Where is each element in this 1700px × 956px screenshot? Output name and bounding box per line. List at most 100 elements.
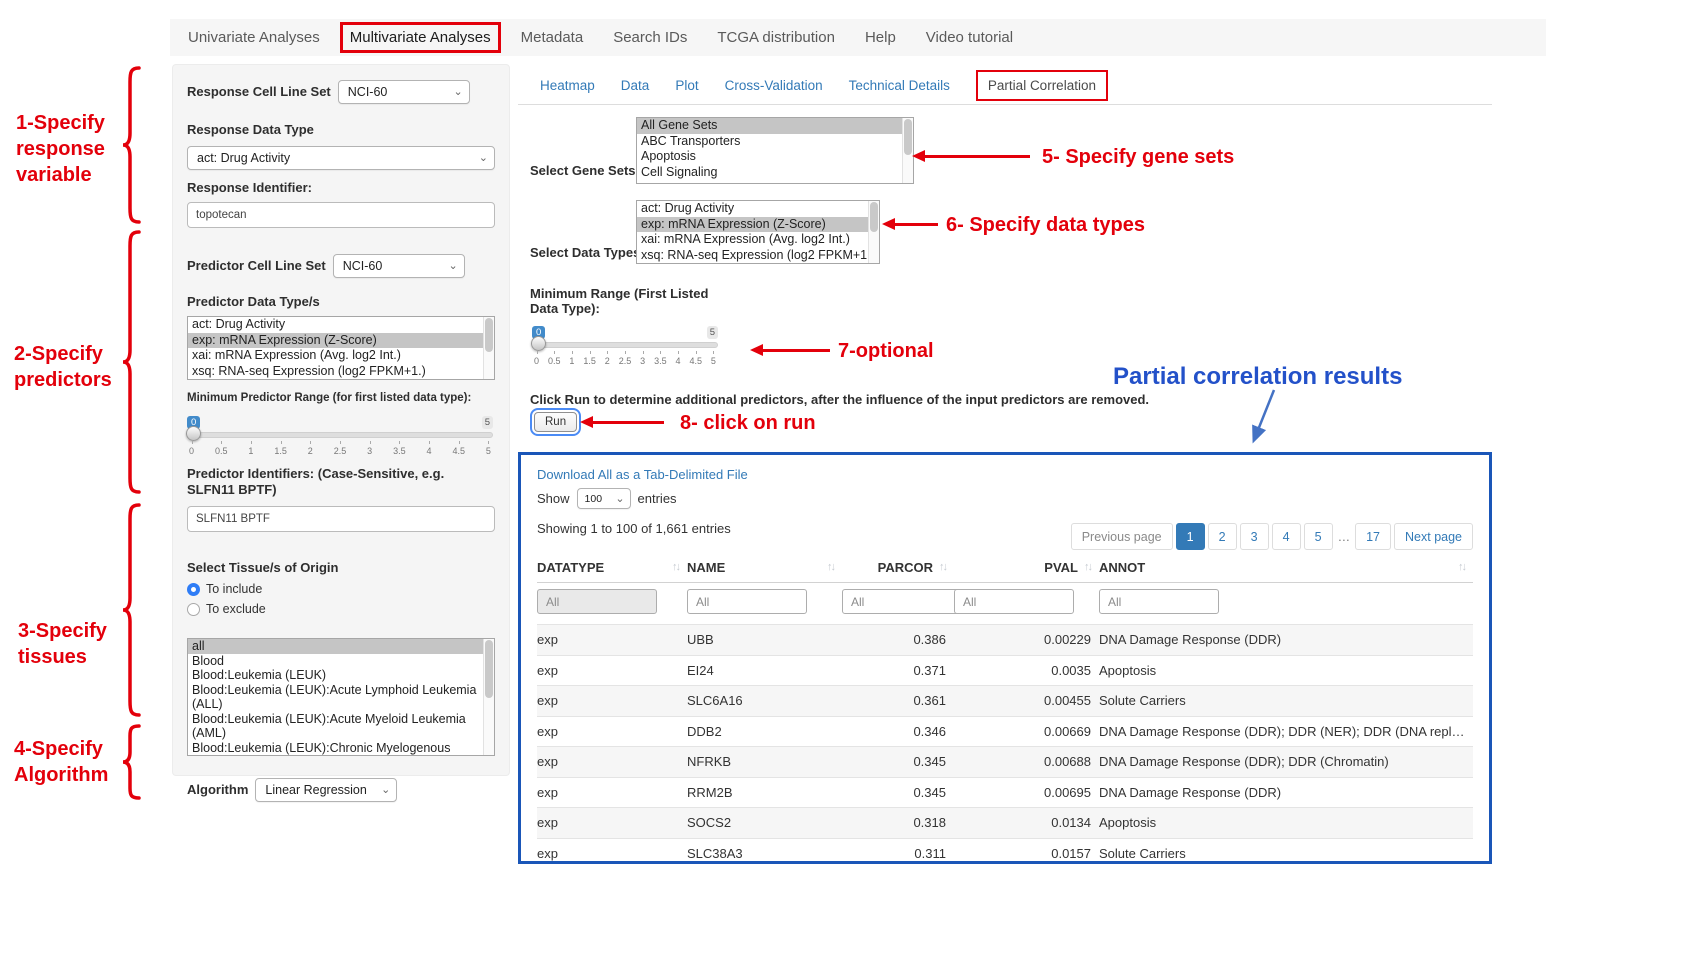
response-identifier-input[interactable] bbox=[187, 202, 495, 228]
cell-name: NFRKB bbox=[687, 754, 842, 769]
annotation-step6: 6- Specify data types bbox=[946, 212, 1145, 238]
table-row[interactable]: exp UBB 0.386 0.00229 DNA Damage Respons… bbox=[537, 624, 1473, 655]
page-number-button[interactable]: 5 bbox=[1304, 523, 1333, 550]
scrollbar-thumb[interactable] bbox=[904, 119, 912, 155]
cell-annot: Apoptosis bbox=[1099, 815, 1473, 830]
column-header[interactable]: NAME ↑↓ bbox=[687, 560, 842, 575]
listbox-option[interactable]: exp: mRNA Expression (Z-Score) bbox=[188, 333, 494, 349]
nav-item[interactable]: Metadata bbox=[511, 22, 594, 53]
listbox-option[interactable]: Blood bbox=[188, 654, 494, 669]
listbox-option[interactable]: Apoptosis bbox=[637, 149, 913, 165]
scrollbar-thumb[interactable] bbox=[485, 640, 493, 698]
page-number-button[interactable]: 3 bbox=[1240, 523, 1269, 550]
slider-handle[interactable] bbox=[531, 336, 546, 351]
radio-checked-icon[interactable] bbox=[187, 583, 200, 596]
sort-icon[interactable]: ↑↓ bbox=[1458, 561, 1465, 573]
page-number-button[interactable]: 1 bbox=[1176, 523, 1205, 550]
next-page-button[interactable]: Next page bbox=[1394, 523, 1473, 550]
listbox-option[interactable]: Blood:Leukemia (LEUK) bbox=[188, 668, 494, 683]
table-row[interactable]: exp NFRKB 0.345 0.00688 DNA Damage Respo… bbox=[537, 746, 1473, 777]
listbox-option[interactable]: act: Drug Activity bbox=[188, 317, 494, 333]
listbox-option[interactable]: All Gene Sets bbox=[637, 118, 913, 134]
listbox-option[interactable]: ABC Transporters bbox=[637, 134, 913, 150]
nav-item[interactable]: Multivariate Analyses bbox=[340, 22, 501, 53]
scrollbar[interactable] bbox=[483, 317, 494, 379]
page-number-button[interactable]: 2 bbox=[1208, 523, 1237, 550]
tab-item[interactable]: Cross-Validation bbox=[725, 78, 823, 93]
table-row[interactable]: exp SLC6A16 0.361 0.00455 Solute Carrier… bbox=[537, 685, 1473, 716]
listbox-option[interactable]: Blood:Leukemia (LEUK):Chronic Myelogenou… bbox=[188, 741, 494, 757]
run-button[interactable]: Run bbox=[534, 412, 577, 432]
tab-item[interactable]: Data bbox=[621, 78, 650, 93]
page-number-button[interactable]: … bbox=[1336, 523, 1353, 550]
min-predictor-range-slider[interactable]: 0 5 00.511.522.533.544.55 bbox=[187, 418, 493, 454]
listbox-option[interactable]: Cell Signaling bbox=[637, 165, 913, 181]
table-row[interactable]: exp RRM2B 0.345 0.00695 DNA Damage Respo… bbox=[537, 777, 1473, 808]
sort-icon[interactable]: ↑↓ bbox=[827, 561, 834, 573]
nav-item[interactable]: Video tutorial bbox=[916, 22, 1023, 53]
listbox-option[interactable]: xai: mRNA Expression (Avg. log2 Int.) bbox=[637, 232, 879, 248]
column-filter-input[interactable] bbox=[1099, 589, 1219, 614]
tab-item[interactable]: Heatmap bbox=[540, 78, 595, 93]
sort-icon[interactable]: ↑↓ bbox=[1084, 561, 1091, 573]
chevron-down-icon: ⌄ bbox=[479, 153, 488, 163]
cell-parcor: 0.318 bbox=[842, 815, 954, 830]
column-filter-input[interactable] bbox=[954, 589, 1074, 614]
listbox-option[interactable]: xsq: RNA-seq Expression (log2 FPKM+1.) bbox=[637, 248, 879, 264]
nav-item[interactable]: Search IDs bbox=[603, 22, 697, 53]
page-number-button[interactable]: 4 bbox=[1272, 523, 1301, 550]
slider-track[interactable] bbox=[187, 432, 493, 438]
tissue-exclude-option[interactable]: To exclude bbox=[187, 602, 495, 616]
listbox-option[interactable]: xsq: RNA-seq Expression (log2 FPKM+1.) bbox=[188, 364, 494, 380]
previous-page-button[interactable]: Previous page bbox=[1071, 523, 1173, 550]
response-data-type-select[interactable]: act: Drug Activity ⌄ bbox=[187, 146, 495, 170]
listbox-option[interactable]: Blood:Leukemia (LEUK):Acute Lymphoid Leu… bbox=[188, 683, 494, 712]
download-all-link[interactable]: Download All as a Tab-Delimited File bbox=[537, 467, 1473, 482]
nav-item[interactable]: Univariate Analyses bbox=[178, 22, 330, 53]
listbox-option[interactable]: Blood:Leukemia (LEUK):Acute Myeloid Leuk… bbox=[188, 712, 494, 741]
response-cell-line-set-select[interactable]: NCI-60 ⌄ bbox=[338, 80, 470, 104]
listbox-option[interactable]: exp: mRNA Expression (Z-Score) bbox=[637, 217, 879, 233]
tab-item[interactable]: Partial Correlation bbox=[976, 70, 1108, 101]
table-row[interactable]: exp EI24 0.371 0.0035 Apoptosis bbox=[537, 655, 1473, 686]
cell-datatype: exp bbox=[537, 754, 687, 769]
scrollbar[interactable] bbox=[868, 201, 879, 263]
tissue-origin-label: Select Tissue/s of Origin bbox=[187, 560, 495, 576]
column-header[interactable]: PVAL ↑↓ bbox=[954, 560, 1099, 575]
page-length-select[interactable]: 100 ⌄ bbox=[577, 488, 631, 509]
table-row[interactable]: exp SOCS2 0.318 0.0134 Apoptosis bbox=[537, 807, 1473, 838]
radio-unchecked-icon[interactable] bbox=[187, 603, 200, 616]
listbox-option[interactable]: xai: mRNA Expression (Avg. log2 Int.) bbox=[188, 348, 494, 364]
listbox-option[interactable]: all bbox=[188, 639, 494, 654]
scrollbar[interactable] bbox=[483, 639, 494, 755]
predictor-identifiers-label: Predictor Identifiers: (Case-Sensitive, … bbox=[187, 466, 495, 498]
slider-track[interactable] bbox=[532, 342, 718, 348]
column-filter-input[interactable] bbox=[842, 589, 962, 614]
scrollbar-thumb[interactable] bbox=[870, 202, 878, 232]
response-data-type-label: Response Data Type bbox=[187, 122, 495, 138]
column-header[interactable]: ANNOT ↑↓ bbox=[1099, 560, 1473, 575]
sort-icon[interactable]: ↑↓ bbox=[672, 561, 679, 573]
tab-item[interactable]: Plot bbox=[675, 78, 698, 93]
listbox-option[interactable]: act: Drug Activity bbox=[637, 201, 879, 217]
nav-item[interactable]: TCGA distribution bbox=[707, 22, 845, 53]
predictor-cell-line-set-select[interactable]: NCI-60 ⌄ bbox=[333, 254, 465, 278]
table-row[interactable]: exp SLC38A3 0.311 0.0157 Solute Carriers bbox=[537, 838, 1473, 869]
algorithm-select[interactable]: Linear Regression ⌄ bbox=[255, 778, 397, 802]
slider-handle[interactable] bbox=[186, 426, 201, 441]
page-number-button[interactable]: 17 bbox=[1355, 523, 1391, 550]
tissue-include-option[interactable]: To include bbox=[187, 582, 495, 596]
column-header[interactable]: DATATYPE ↑↓ bbox=[537, 560, 687, 575]
cell-name: SOCS2 bbox=[687, 815, 842, 830]
table-row[interactable]: exp DDB2 0.346 0.00669 DNA Damage Respon… bbox=[537, 716, 1473, 747]
column-header[interactable]: PARCOR ↑↓ bbox=[842, 560, 954, 575]
min-range-slider[interactable]: 0 5 00.511.522.533.544.55 bbox=[532, 328, 718, 364]
nav-item[interactable]: Help bbox=[855, 22, 906, 53]
column-filter-input[interactable] bbox=[687, 589, 807, 614]
tab-item[interactable]: Technical Details bbox=[849, 78, 950, 93]
column-filter-input[interactable] bbox=[537, 589, 657, 614]
sort-icon[interactable]: ↑↓ bbox=[939, 561, 946, 573]
predictor-identifiers-input[interactable] bbox=[187, 506, 495, 532]
cell-pval: 0.0134 bbox=[954, 815, 1099, 830]
scrollbar-thumb[interactable] bbox=[485, 318, 493, 352]
